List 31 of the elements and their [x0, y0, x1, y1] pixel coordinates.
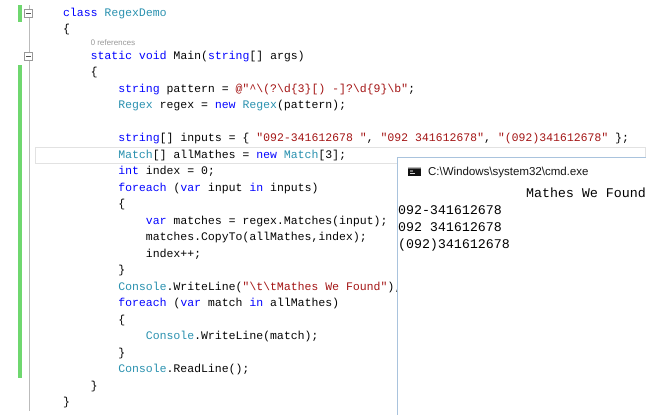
window-title: C:\Windows\system32\cmd.exe — [428, 166, 588, 178]
code-line: int index = 0; — [118, 164, 215, 180]
console-line: 092 341612678 — [398, 219, 502, 236]
code-line: string pattern = @"^\(?\d{3}[) -]?\d{9}\b"; — [118, 82, 415, 97]
code-line: static void Main(string[] args) — [90, 48, 305, 64]
code-line: } — [118, 346, 126, 361]
code-line: { — [118, 197, 126, 212]
collapse-toggle[interactable] — [24, 52, 33, 61]
code-line: { — [90, 65, 98, 80]
collapse-toggle[interactable] — [24, 8, 33, 18]
console-line: 092-341612678 — [398, 202, 502, 219]
code-line: string[] inputs = { "092-341612678 ", "092 341612678", "(092)341612678" }; — [118, 131, 629, 146]
code-line: Console.WriteLine(match); — [146, 329, 318, 344]
code-line: class RegexDemo — [63, 6, 167, 21]
code-line: Match[] allMathes = new Match[3]; — [118, 148, 346, 163]
code-line: index++; — [146, 246, 202, 262]
codelens-link[interactable]: 0 references — [90, 38, 136, 48]
code-line: Console.ReadLine(); — [118, 362, 250, 378]
code-line: matches.CopyTo(allMathes,index); — [146, 230, 367, 246]
code-line: } — [63, 395, 70, 410]
code-line: var matches = regex.Matches(input); — [146, 214, 388, 229]
code-line: } — [90, 378, 98, 394]
code-line: Regex regex = new Regex(pattern); — [118, 98, 346, 114]
terminal-icon — [408, 167, 421, 176]
code-line: foreach (var match in allMathes) — [118, 296, 340, 312]
code-line: } — [118, 263, 126, 278]
code-line: { — [63, 22, 70, 38]
code-line: foreach (var input in inputs) — [118, 180, 318, 196]
console-line: (092)341612678 — [398, 236, 510, 253]
console-line: Mathes We Found — [526, 185, 646, 202]
code-line: { — [118, 312, 126, 328]
